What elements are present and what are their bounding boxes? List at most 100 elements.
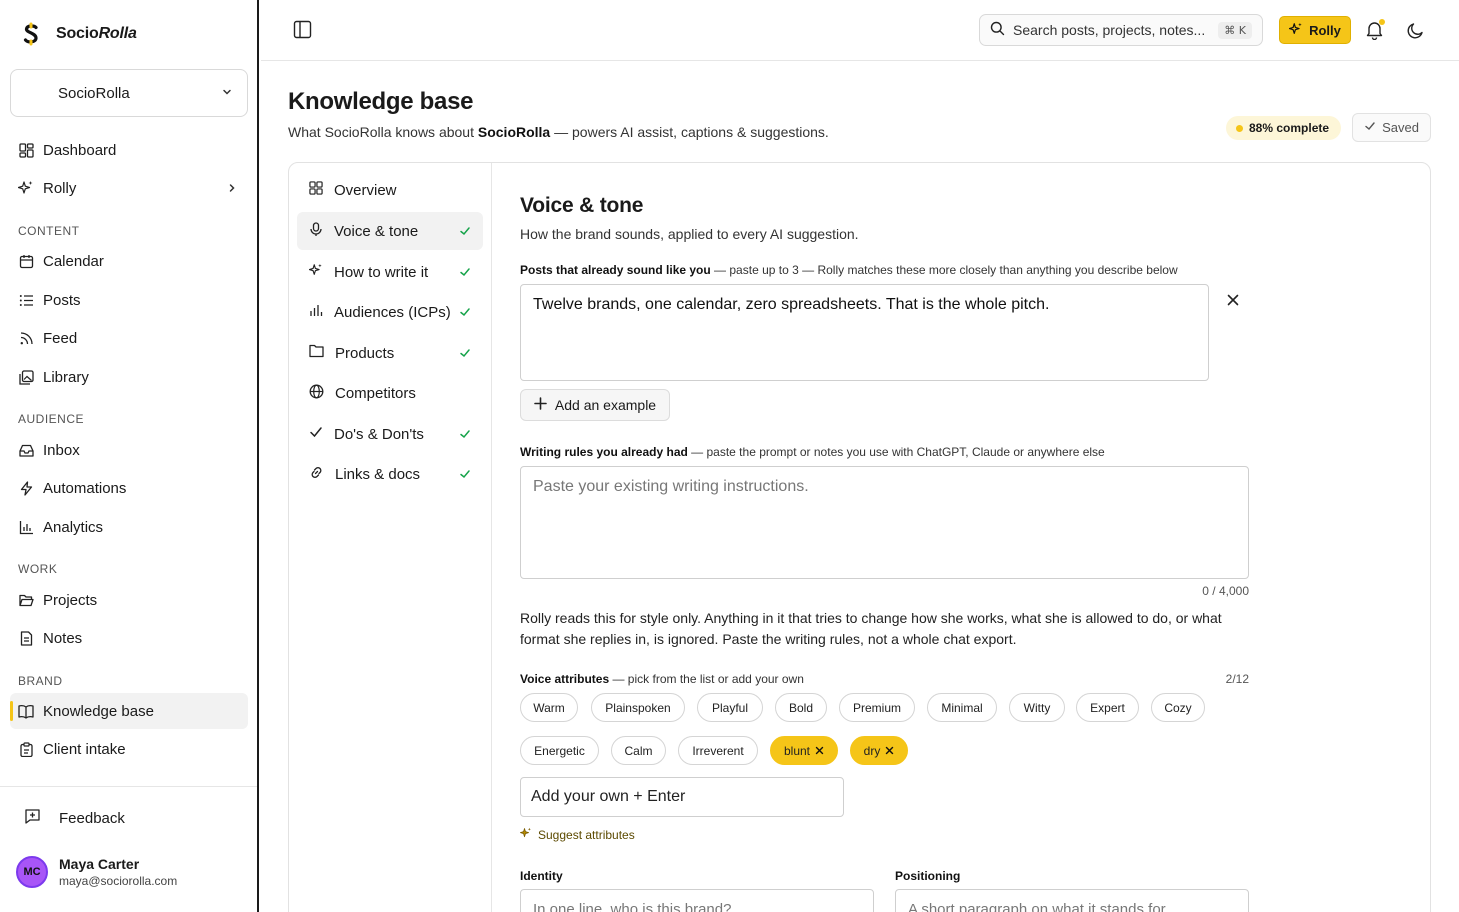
list-icon [18,292,34,308]
sidebar-item-inbox[interactable]: Inbox [10,432,248,468]
dashboard-icon [18,142,34,158]
attribute-chip-calm[interactable]: Calm [611,736,666,765]
sidebar: SocioRolla SocioRolla Dashboard Rolly CO… [0,0,259,912]
section-title-content: CONTENT [18,224,80,238]
inbox-icon [18,442,34,458]
attribute-chip-dry[interactable]: dry [850,736,908,765]
attribute-chip-irreverent[interactable]: Irreverent [678,736,758,765]
subnav-label: How to write it [334,263,429,281]
rss-icon [18,330,34,346]
rolly-button[interactable]: Rolly [1279,16,1351,44]
sidebar-item-calendar[interactable]: Calendar [10,243,248,279]
search-placeholder: Search posts, projects, notes... [1013,22,1206,38]
notification-dot [1379,19,1385,25]
attribute-chip-cozy[interactable]: Cozy [1151,693,1205,722]
globe-icon [309,384,324,403]
status-dot [1236,124,1243,132]
subnav-item-voice-tone[interactable]: Voice & tone [297,212,483,250]
sidebar-item-label: Notes [43,629,83,647]
positioning-input[interactable]: A short paragraph on what it stands for [895,889,1249,912]
subnav-item-audiences[interactable]: Audiences (ICPs) [297,293,483,331]
subnav-item-how-to-write[interactable]: How to write it [297,253,483,291]
identity-input[interactable]: In one line, who is this brand? [520,889,874,912]
plus-icon [534,397,547,413]
close-icon[interactable] [1226,293,1240,312]
book-open-icon [18,703,34,719]
microphone-icon [309,221,323,241]
attribute-chip-witty[interactable]: Witty [1009,693,1065,722]
attributes-label: Voice attributes — pick from the list or… [520,672,804,686]
calendar-icon [18,253,34,269]
clipboard-icon [18,741,34,757]
attribute-chip-premium[interactable]: Premium [839,693,915,722]
feedback-icon [24,808,41,829]
attribute-chip-expert[interactable]: Expert [1076,693,1139,722]
attribute-chip-energetic[interactable]: Energetic [520,736,599,765]
sidebar-item-projects[interactable]: Projects [10,582,248,618]
attribute-chip-plainspoken[interactable]: Plainspoken [591,693,685,722]
sidebar-item-knowledge-base[interactable]: Knowledge base [10,693,248,729]
subnav-item-overview[interactable]: Overview [297,171,483,209]
attribute-chip-minimal[interactable]: Minimal [927,693,997,722]
section-title: Voice & tone [520,194,644,217]
completion-badge: 88% complete [1226,116,1342,140]
attribute-chip-warm[interactable]: Warm [520,693,578,722]
moon-icon[interactable] [1406,21,1425,45]
subnav-label: Overview [334,181,397,199]
sidebar-item-label: Dashboard [43,141,117,159]
bell-icon[interactable] [1365,19,1385,45]
example-post-input[interactable]: Twelve brands, one calendar, zero spread… [520,284,1209,381]
identity-label: Identity [520,869,563,883]
user-profile[interactable]: MC Maya Carter maya@sociorolla.com [16,856,177,888]
feedback-button[interactable]: Feedback [24,808,125,829]
attribute-chip-bold[interactable]: Bold [775,693,827,722]
search-icon [990,21,1005,39]
sidebar-item-posts[interactable]: Posts [10,282,248,318]
suggest-attributes-link[interactable]: Suggest attributes [520,827,635,842]
bolt-icon [18,480,34,496]
sidebar-item-library[interactable]: Library [10,359,248,395]
section-title-audience: AUDIENCE [18,412,85,426]
brand-logo[interactable]: SocioRolla [20,22,137,46]
sidebar-item-rolly[interactable]: Rolly [10,170,248,206]
positioning-label: Positioning [895,869,961,883]
section-title-brand: BRAND [18,674,63,688]
sidebar-item-feed[interactable]: Feed [10,320,248,356]
writing-rules-input[interactable]: Paste your existing writing instructions… [520,466,1249,579]
search-input[interactable]: Search posts, projects, notes... ⌘ K [979,14,1263,46]
subnav-item-competitors[interactable]: Competitors [297,374,483,412]
sidebar-item-automations[interactable]: Automations [10,470,248,506]
chevron-right-icon [226,181,238,198]
subnav-item-dos-donts[interactable]: Do's & Don'ts [297,415,483,453]
workspace-select[interactable]: SocioRolla [10,69,248,117]
brand-name: SocioRolla [56,25,137,42]
dashboard-icon [309,181,323,199]
subnav-item-links-docs[interactable]: Links & docs [297,455,483,493]
topbar: Search posts, projects, notes... ⌘ K Rol… [261,0,1459,61]
sidebar-item-dashboard[interactable]: Dashboard [10,132,248,168]
remove-chip-icon[interactable] [885,744,894,758]
sidebar-item-notes[interactable]: Notes [10,620,248,656]
subnav-item-products[interactable]: Products [297,334,483,372]
section-title-work: WORK [18,562,58,576]
sidebar-item-label: Automations [43,479,127,497]
knowledge-subnav: Overview Voice & tone How to write it Au… [289,163,492,912]
add-example-button[interactable]: Add an example [520,389,670,421]
add-attribute-input[interactable]: Add your own + Enter [520,777,844,817]
attribute-chip-playful[interactable]: Playful [697,693,763,722]
bar-chart-icon [18,519,34,535]
sparkle-icon [308,263,323,281]
avatar: MC [16,856,48,888]
remove-chip-icon[interactable] [815,744,824,758]
attribute-chip-blunt[interactable]: blunt [770,736,838,765]
rolly-button-label: Rolly [1309,22,1341,38]
sidebar-toggle-icon[interactable] [293,20,312,44]
sidebar-item-analytics[interactable]: Analytics [10,509,248,545]
sidebar-item-client-intake[interactable]: Client intake [10,731,248,767]
sidebar-item-label: Analytics [43,518,104,536]
sidebar-item-label: Projects [43,591,98,609]
subnav-label: Competitors [335,384,416,402]
attributes-count: 2/12 [1225,672,1249,686]
subnav-label: Do's & Don'ts [334,425,424,443]
subnav-label: Voice & tone [334,222,419,240]
